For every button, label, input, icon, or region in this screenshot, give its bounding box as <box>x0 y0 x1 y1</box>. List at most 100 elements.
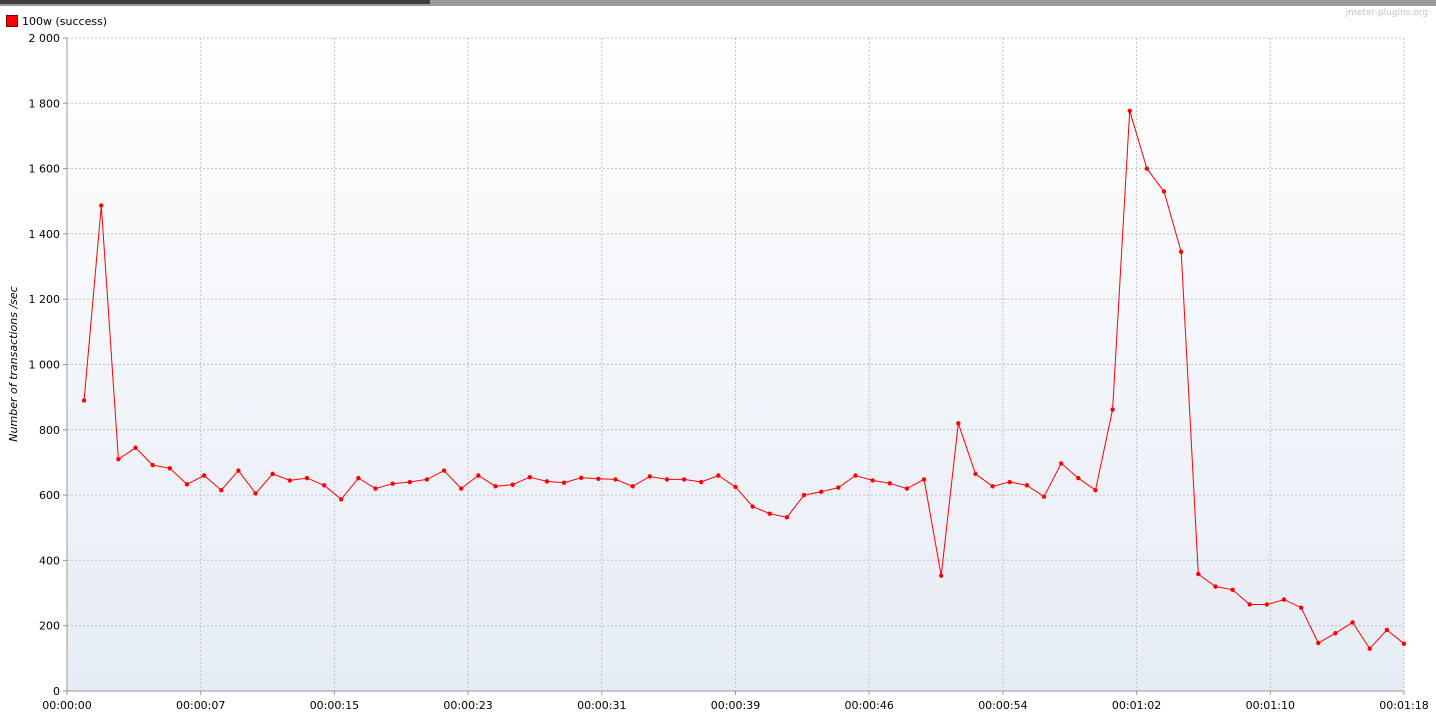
watermark: jmeter-plugins.org <box>1345 8 1428 18</box>
data-point <box>1024 483 1030 488</box>
data-point <box>1333 631 1338 636</box>
data-point <box>750 504 755 509</box>
transactions-chart: 0 200 400 600 800 1 000 1 200 1 400 1 600 1 800 2 … <box>7 32 1429 712</box>
data-point <box>1076 475 1081 481</box>
data-point <box>990 484 995 489</box>
data-point <box>441 468 447 473</box>
data-point <box>116 456 121 462</box>
data-point <box>1401 641 1407 646</box>
data-point <box>681 477 687 482</box>
legend-label: 100w (success) <box>22 14 108 28</box>
data-point <box>81 398 87 403</box>
data-point <box>1230 587 1235 592</box>
data-point <box>356 475 361 481</box>
y-tick-label: 1 200 <box>29 293 61 306</box>
data-point <box>1041 494 1047 499</box>
data-point <box>287 478 293 483</box>
data-point <box>99 203 104 208</box>
data-point <box>1264 602 1270 607</box>
data-point <box>321 483 327 488</box>
data-point <box>1093 488 1098 493</box>
x-tick-label: 00:00:39 <box>711 699 760 712</box>
x-tick-label: 00:00:00 <box>42 699 91 712</box>
data-point <box>390 481 395 486</box>
data-point <box>1161 189 1167 194</box>
data-point <box>1213 584 1218 589</box>
data-point <box>767 511 772 516</box>
data-point <box>544 479 550 484</box>
y-tick-label: 1 600 <box>29 163 61 176</box>
y-tick-label: 200 <box>39 620 60 633</box>
data-point <box>784 515 790 520</box>
x-tick-label: 00:00:54 <box>978 699 1027 712</box>
data-point <box>219 488 224 493</box>
y-tick-labels: 0 200 400 600 800 1 000 1 200 1 400 1 600 1 800 2 … <box>29 32 61 698</box>
data-point <box>167 466 173 471</box>
data-point <box>870 478 875 483</box>
data-point <box>236 468 241 473</box>
x-tick-label: 00:00:46 <box>844 699 893 712</box>
data-point <box>1110 407 1115 412</box>
data-point <box>716 473 721 478</box>
data-point <box>921 477 927 482</box>
data-point <box>613 477 618 482</box>
data-point <box>270 471 275 477</box>
data-point <box>1350 620 1355 625</box>
legend: 100w (success) <box>6 13 107 29</box>
data-point <box>527 474 533 480</box>
data-point <box>853 473 858 478</box>
data-point <box>510 482 515 487</box>
x-tick-label: 00:01:18 <box>1379 699 1428 712</box>
data-point <box>733 484 738 490</box>
data-point <box>1247 602 1252 607</box>
data-point <box>253 491 258 496</box>
y-tick-label: 0 <box>53 685 60 698</box>
data-point <box>836 485 841 490</box>
y-axis-label: Number of transactions /sec <box>7 286 20 441</box>
data-point <box>630 484 635 489</box>
data-point <box>150 462 155 468</box>
data-point <box>339 497 344 502</box>
data-point <box>1196 571 1201 577</box>
y-tick-label: 400 <box>39 554 60 567</box>
data-point <box>459 486 464 491</box>
data-point <box>1367 646 1372 651</box>
y-tick-label: 1 800 <box>29 97 61 110</box>
data-point <box>476 473 481 478</box>
data-point <box>699 479 704 485</box>
y-tick-label: 2 000 <box>29 32 61 45</box>
data-point <box>1281 597 1287 602</box>
y-tick-label: 800 <box>39 424 60 437</box>
x-tick-label: 00:00:31 <box>577 699 626 712</box>
legend-swatch <box>6 15 18 27</box>
data-point <box>424 477 430 482</box>
data-point <box>373 486 378 491</box>
y-tick-label: 1 400 <box>29 228 61 241</box>
data-point <box>1384 627 1390 633</box>
data-point <box>1144 166 1150 171</box>
data-point <box>1007 479 1012 485</box>
data-point <box>184 482 190 487</box>
data-point <box>304 475 310 481</box>
data-point <box>579 475 584 480</box>
data-point <box>956 421 961 426</box>
data-point <box>201 473 207 478</box>
data-point <box>819 489 824 495</box>
x-tick-label: 00:01:02 <box>1112 699 1161 712</box>
data-point <box>1298 605 1304 610</box>
data-point <box>904 486 910 491</box>
data-point <box>561 480 567 485</box>
x-tick-labels: 00:00:00 00:00:07 00:00:15 00:00:23 00:00:31… <box>42 699 1428 712</box>
data-point <box>1058 461 1064 466</box>
y-tick-label: 600 <box>39 489 60 502</box>
data-point <box>1316 640 1321 646</box>
data-point <box>133 445 138 450</box>
data-point <box>493 484 498 489</box>
data-point <box>801 492 807 498</box>
x-tick-label: 00:01:10 <box>1246 699 1295 712</box>
data-point <box>887 481 892 486</box>
y-tick-label: 1 000 <box>29 359 61 372</box>
data-point <box>596 476 601 481</box>
data-point <box>407 479 413 485</box>
data-point <box>1127 108 1132 114</box>
